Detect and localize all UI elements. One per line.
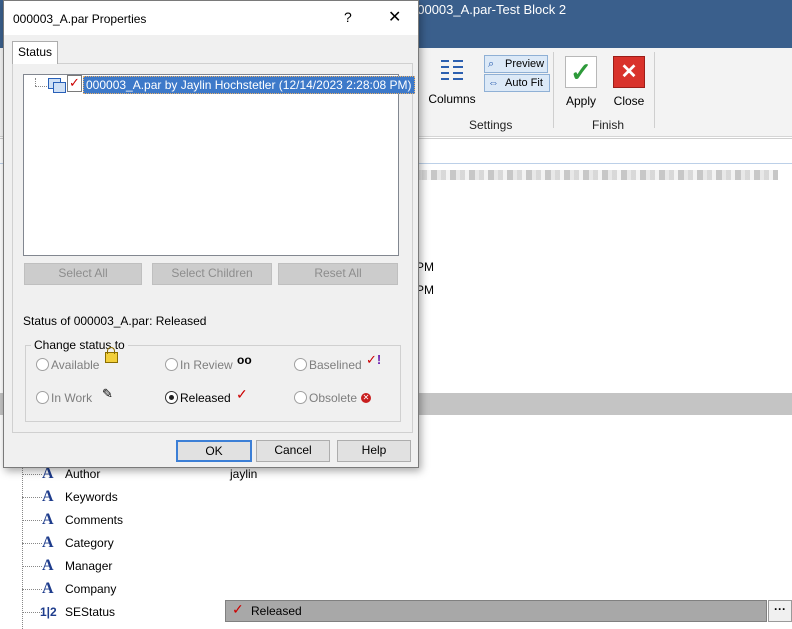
preview-label: Preview xyxy=(505,58,545,70)
ok-button[interactable]: OK xyxy=(176,440,252,462)
ribbon-separator xyxy=(553,52,554,128)
tree-guide xyxy=(22,566,42,567)
radio-obsolete[interactable] xyxy=(294,391,307,404)
sestatus-value-field[interactable]: ✓ Released xyxy=(225,600,767,622)
sestatus-value: Released xyxy=(251,604,302,618)
baselined-label: Baselined xyxy=(309,358,362,372)
released-check-icon: ✓ xyxy=(236,386,248,402)
tree-guide xyxy=(35,78,36,86)
help-button[interactable]: Help xyxy=(337,440,411,462)
available-label: Available xyxy=(51,358,100,372)
reset-all-button[interactable]: Reset All xyxy=(278,263,398,285)
ribbon-separator xyxy=(654,52,655,128)
radio-baselined[interactable] xyxy=(294,358,307,371)
property-label: Comments xyxy=(65,513,124,527)
apply-label: Apply xyxy=(565,94,597,108)
close-x-icon: ✕ xyxy=(613,56,645,88)
tab-status[interactable]: Status xyxy=(12,41,58,64)
tree-guide xyxy=(22,612,42,613)
text-property-icon: A xyxy=(42,511,54,528)
property-label: Category xyxy=(65,536,114,550)
radio-released[interactable] xyxy=(165,391,178,404)
released-check-icon: ✓ xyxy=(232,601,244,617)
columns-icon xyxy=(441,60,463,80)
text-property-icon: A xyxy=(42,557,54,574)
property-row[interactable]: A Comments xyxy=(22,511,422,531)
preview-toggle[interactable]: ⌕ Preview xyxy=(484,55,548,73)
tree-guide xyxy=(22,497,42,498)
property-label: Manager xyxy=(65,559,113,573)
property-row[interactable]: A Keywords xyxy=(22,488,422,508)
author-value: jaylin xyxy=(230,467,258,481)
document-icon xyxy=(53,82,66,93)
text-property-icon: A xyxy=(42,534,54,551)
tree-guide xyxy=(22,543,42,544)
pencil-icon: ✎ xyxy=(102,386,113,401)
property-label: Keywords xyxy=(65,490,118,504)
property-row[interactable]: A Author xyxy=(22,465,422,485)
preview-icon: ⌕ xyxy=(488,58,495,70)
property-label: SEStatus xyxy=(65,605,116,619)
obsolete-label: Obsolete xyxy=(309,391,358,405)
cancel-button[interactable]: Cancel xyxy=(256,440,330,462)
close-label: Close xyxy=(613,94,645,108)
help-icon[interactable]: ? xyxy=(344,9,352,25)
property-label: Author xyxy=(65,467,101,481)
radio-available[interactable] xyxy=(36,358,49,371)
tree-guide xyxy=(22,520,42,521)
more-button[interactable]: ··· xyxy=(768,600,792,622)
apply-check-icon: ✓ xyxy=(565,56,597,88)
columns-label: Columns xyxy=(428,92,476,106)
document-tree[interactable]: ✓ 000003_A.par by Jaylin Hochstetler (12… xyxy=(23,74,415,256)
finish-group-label: Finish xyxy=(592,118,625,132)
tree-item-selected[interactable]: 000003_A.par by Jaylin Hochstetler (12/1… xyxy=(83,76,415,94)
dialog-title: 000003_A.par Properties xyxy=(13,12,147,26)
select-children-button[interactable]: Select Children xyxy=(152,263,272,285)
app-window-title: 000003_A.par-Test Block 2 xyxy=(410,2,567,17)
autofit-label: Auto Fit xyxy=(505,77,543,89)
radio-in-work[interactable] xyxy=(36,391,49,404)
text-property-icon: A xyxy=(42,580,54,597)
baselined-icon: ✓! xyxy=(366,352,382,367)
autofit-button[interactable]: ⇔ Auto Fit xyxy=(484,74,550,92)
property-row[interactable]: A Category xyxy=(22,534,422,554)
close-button[interactable]: ✕ Close xyxy=(608,56,650,108)
settings-group-label: Settings xyxy=(469,118,513,132)
blurred-text xyxy=(412,170,778,180)
apply-button[interactable]: ✓ Apply xyxy=(560,56,602,108)
change-status-group xyxy=(25,345,401,422)
property-label: Company xyxy=(65,582,117,596)
close-icon[interactable]: ✕ xyxy=(388,7,401,27)
number-property-icon: 1|2 xyxy=(40,605,57,619)
in-work-label: In Work xyxy=(51,391,93,405)
columns-button[interactable]: Columns xyxy=(426,56,478,108)
text-property-icon: A xyxy=(42,488,54,505)
released-check-icon[interactable]: ✓ xyxy=(67,75,82,92)
in-review-label: In Review xyxy=(180,358,233,372)
status-of-label: Status of 000003_A.par: Released xyxy=(23,314,207,328)
tree-guide xyxy=(22,474,42,475)
obsolete-icon: ✕ xyxy=(361,393,371,403)
lock-shackle xyxy=(107,347,115,354)
released-label: Released xyxy=(180,391,231,405)
select-all-button[interactable]: Select All xyxy=(24,263,142,285)
autofit-icon: ⇔ xyxy=(488,77,499,89)
tree-guide xyxy=(22,589,42,590)
tree-guide xyxy=(35,86,49,87)
radio-in-review[interactable] xyxy=(165,358,178,371)
properties-dialog: 000003_A.par Properties ? ✕ Status ✓ 000… xyxy=(3,0,419,468)
property-row[interactable]: A Manager xyxy=(22,557,422,577)
glasses-icon: oo xyxy=(237,353,252,367)
property-row[interactable]: A Company xyxy=(22,580,422,600)
property-row[interactable]: 1|2 SEStatus xyxy=(22,603,222,623)
